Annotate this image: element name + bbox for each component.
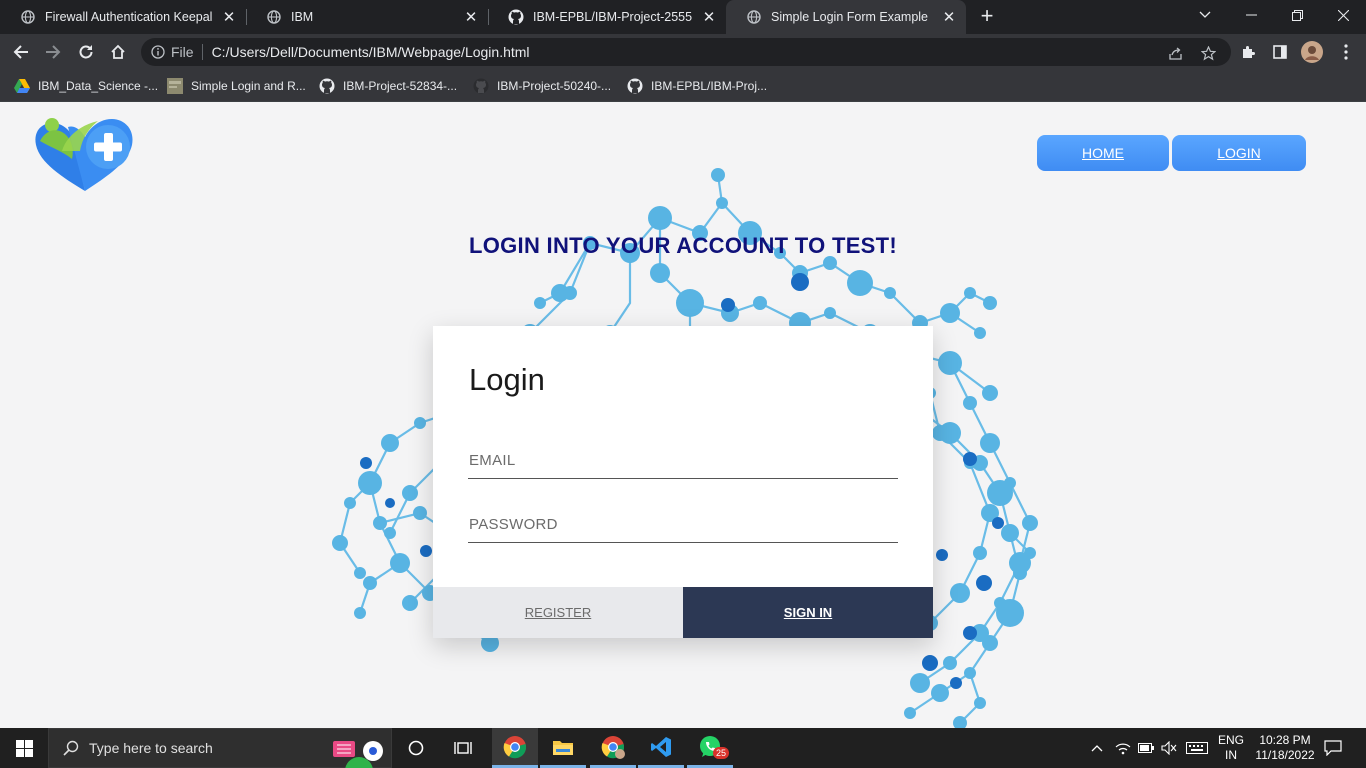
tab-search-chevron-icon[interactable]: [1182, 0, 1228, 30]
site-info-icon[interactable]: [151, 45, 165, 59]
vscode-icon[interactable]: [638, 728, 684, 768]
bookmark-label: IBM-Project-50240-...: [497, 79, 612, 93]
clock-date: 11/18/2022: [1255, 748, 1315, 762]
bookmark-label: Simple Login and R...: [191, 79, 306, 93]
tab-title: IBM-EPBL/IBM-Project-25556-16: [533, 10, 692, 24]
home-nav-button[interactable]: HOME: [1037, 135, 1169, 171]
browser-tab-strip: Firewall Authentication Keepalive ✕ IBM …: [0, 0, 1366, 34]
chrome-profile-taskbar-icon[interactable]: [590, 728, 636, 768]
search-placeholder: Type here to search: [89, 740, 213, 756]
bookmark-label: IBM-EPBL/IBM-Proj...: [651, 79, 768, 93]
page-headline: LOGIN INTO YOUR ACCOUNT TO TEST!: [468, 233, 898, 258]
health-heart-logo: [35, 118, 133, 191]
github-icon: [627, 78, 643, 94]
email-field[interactable]: [468, 443, 898, 478]
tab-title: Firewall Authentication Keepalive: [45, 10, 212, 24]
scheme-label: File: [171, 44, 194, 60]
show-hidden-icons-chevron-icon[interactable]: [1086, 728, 1108, 768]
whatsapp-icon[interactable]: 25: [687, 728, 733, 768]
chrome-taskbar-icon[interactable]: [492, 728, 538, 768]
clock[interactable]: 10:28 PM 11/18/2022: [1250, 728, 1320, 768]
sign-in-button[interactable]: SIGN IN: [683, 587, 933, 638]
bookmark-label: IBM_Data_Science -...: [38, 79, 159, 93]
profile-avatar[interactable]: [1300, 40, 1324, 64]
globe-icon: [266, 9, 282, 25]
reload-icon[interactable]: [74, 40, 98, 64]
page-thumbnail-icon: [167, 78, 183, 94]
bookmark-item[interactable]: IBM-EPBL/IBM-Proj...: [627, 76, 767, 96]
browser-tab-active[interactable]: Simple Login Form Example ✕: [726, 0, 966, 34]
login-title: Login: [469, 362, 545, 397]
login-card: Login REGISTER SIGN IN: [433, 326, 933, 638]
address-bar[interactable]: File C:/Users/Dell/Documents/IBM/Webpage…: [141, 38, 1231, 66]
globe-icon: [20, 9, 36, 25]
whatsapp-badge: 25: [712, 747, 729, 759]
wifi-icon[interactable]: [1112, 728, 1134, 768]
browser-toolbar: File C:/Users/Dell/Documents/IBM/Webpage…: [0, 34, 1366, 70]
login-nav-button[interactable]: LOGIN: [1172, 135, 1306, 171]
close-icon[interactable]: ✕: [220, 8, 238, 26]
window-close-icon[interactable]: [1320, 0, 1366, 30]
browser-tab[interactable]: IBM-EPBL/IBM-Project-25556-16 ✕: [488, 0, 726, 34]
kebab-menu-icon[interactable]: [1334, 40, 1358, 64]
tab-title: IBM: [291, 10, 314, 24]
side-panel-icon[interactable]: [1268, 40, 1292, 64]
home-icon[interactable]: [106, 40, 130, 64]
browser-tab[interactable]: Firewall Authentication Keepalive ✕: [0, 0, 246, 34]
file-explorer-icon[interactable]: [540, 728, 586, 768]
search-icon: [63, 740, 79, 756]
notification-center-icon[interactable]: [1318, 728, 1348, 768]
back-icon[interactable]: [9, 40, 33, 64]
password-field[interactable]: [468, 507, 898, 542]
bookmark-label: IBM-Project-52834-...: [343, 79, 458, 93]
taskbar-search-box[interactable]: Type here to search: [48, 728, 392, 768]
language-label: ENG: [1217, 733, 1244, 747]
search-highlight-icon: [331, 739, 387, 768]
close-icon[interactable]: ✕: [700, 8, 718, 26]
cortana-icon[interactable]: [393, 728, 439, 768]
github-icon: [319, 78, 335, 94]
region-label: IN: [1225, 748, 1237, 762]
restore-icon[interactable]: [1274, 0, 1320, 30]
google-drive-icon: [14, 78, 30, 94]
keyboard-icon[interactable]: [1183, 728, 1211, 768]
browser-tab[interactable]: IBM ✕: [246, 0, 488, 34]
forward-icon[interactable]: [41, 40, 65, 64]
github-icon: [473, 78, 489, 94]
new-tab-icon[interactable]: +: [976, 5, 998, 28]
language-indicator[interactable]: ENG IN: [1212, 728, 1250, 768]
github-icon: [508, 9, 524, 25]
address-divider: [201, 44, 203, 60]
globe-icon: [746, 9, 762, 25]
close-icon[interactable]: ✕: [462, 8, 480, 26]
windows-start-icon[interactable]: [0, 728, 48, 768]
windows-taskbar: Type here to search 25 ENG IN 10:28 PM 1…: [0, 728, 1366, 768]
register-button[interactable]: REGISTER: [433, 587, 683, 638]
url-text[interactable]: C:/Users/Dell/Documents/IBM/Webpage/Logi…: [212, 44, 530, 60]
minimize-icon[interactable]: [1228, 0, 1274, 30]
bookmark-item[interactable]: IBM-Project-50240-...: [473, 76, 611, 96]
volume-muted-icon[interactable]: [1158, 728, 1180, 768]
extensions-puzzle-icon[interactable]: [1236, 40, 1260, 64]
bookmarks-bar: IBM_Data_Science -... Simple Login and R…: [0, 70, 1366, 102]
battery-icon[interactable]: [1135, 728, 1157, 768]
clock-time: 10:28 PM: [1259, 733, 1311, 747]
bookmark-item[interactable]: IBM-Project-52834-...: [319, 76, 457, 96]
bookmark-item[interactable]: Simple Login and R...: [167, 76, 306, 96]
share-icon[interactable]: [1164, 42, 1186, 64]
bookmark-star-icon[interactable]: [1197, 42, 1219, 64]
close-icon[interactable]: ✕: [940, 8, 958, 26]
email-field-wrapper: [468, 443, 898, 479]
bookmark-item[interactable]: IBM_Data_Science -...: [14, 76, 158, 96]
page-viewport: HOME LOGIN LOGIN INTO YOUR ACCOUNT TO TE…: [0, 103, 1366, 728]
tab-title: Simple Login Form Example: [771, 10, 929, 24]
task-view-icon[interactable]: [440, 728, 486, 768]
password-field-wrapper: [468, 507, 898, 543]
